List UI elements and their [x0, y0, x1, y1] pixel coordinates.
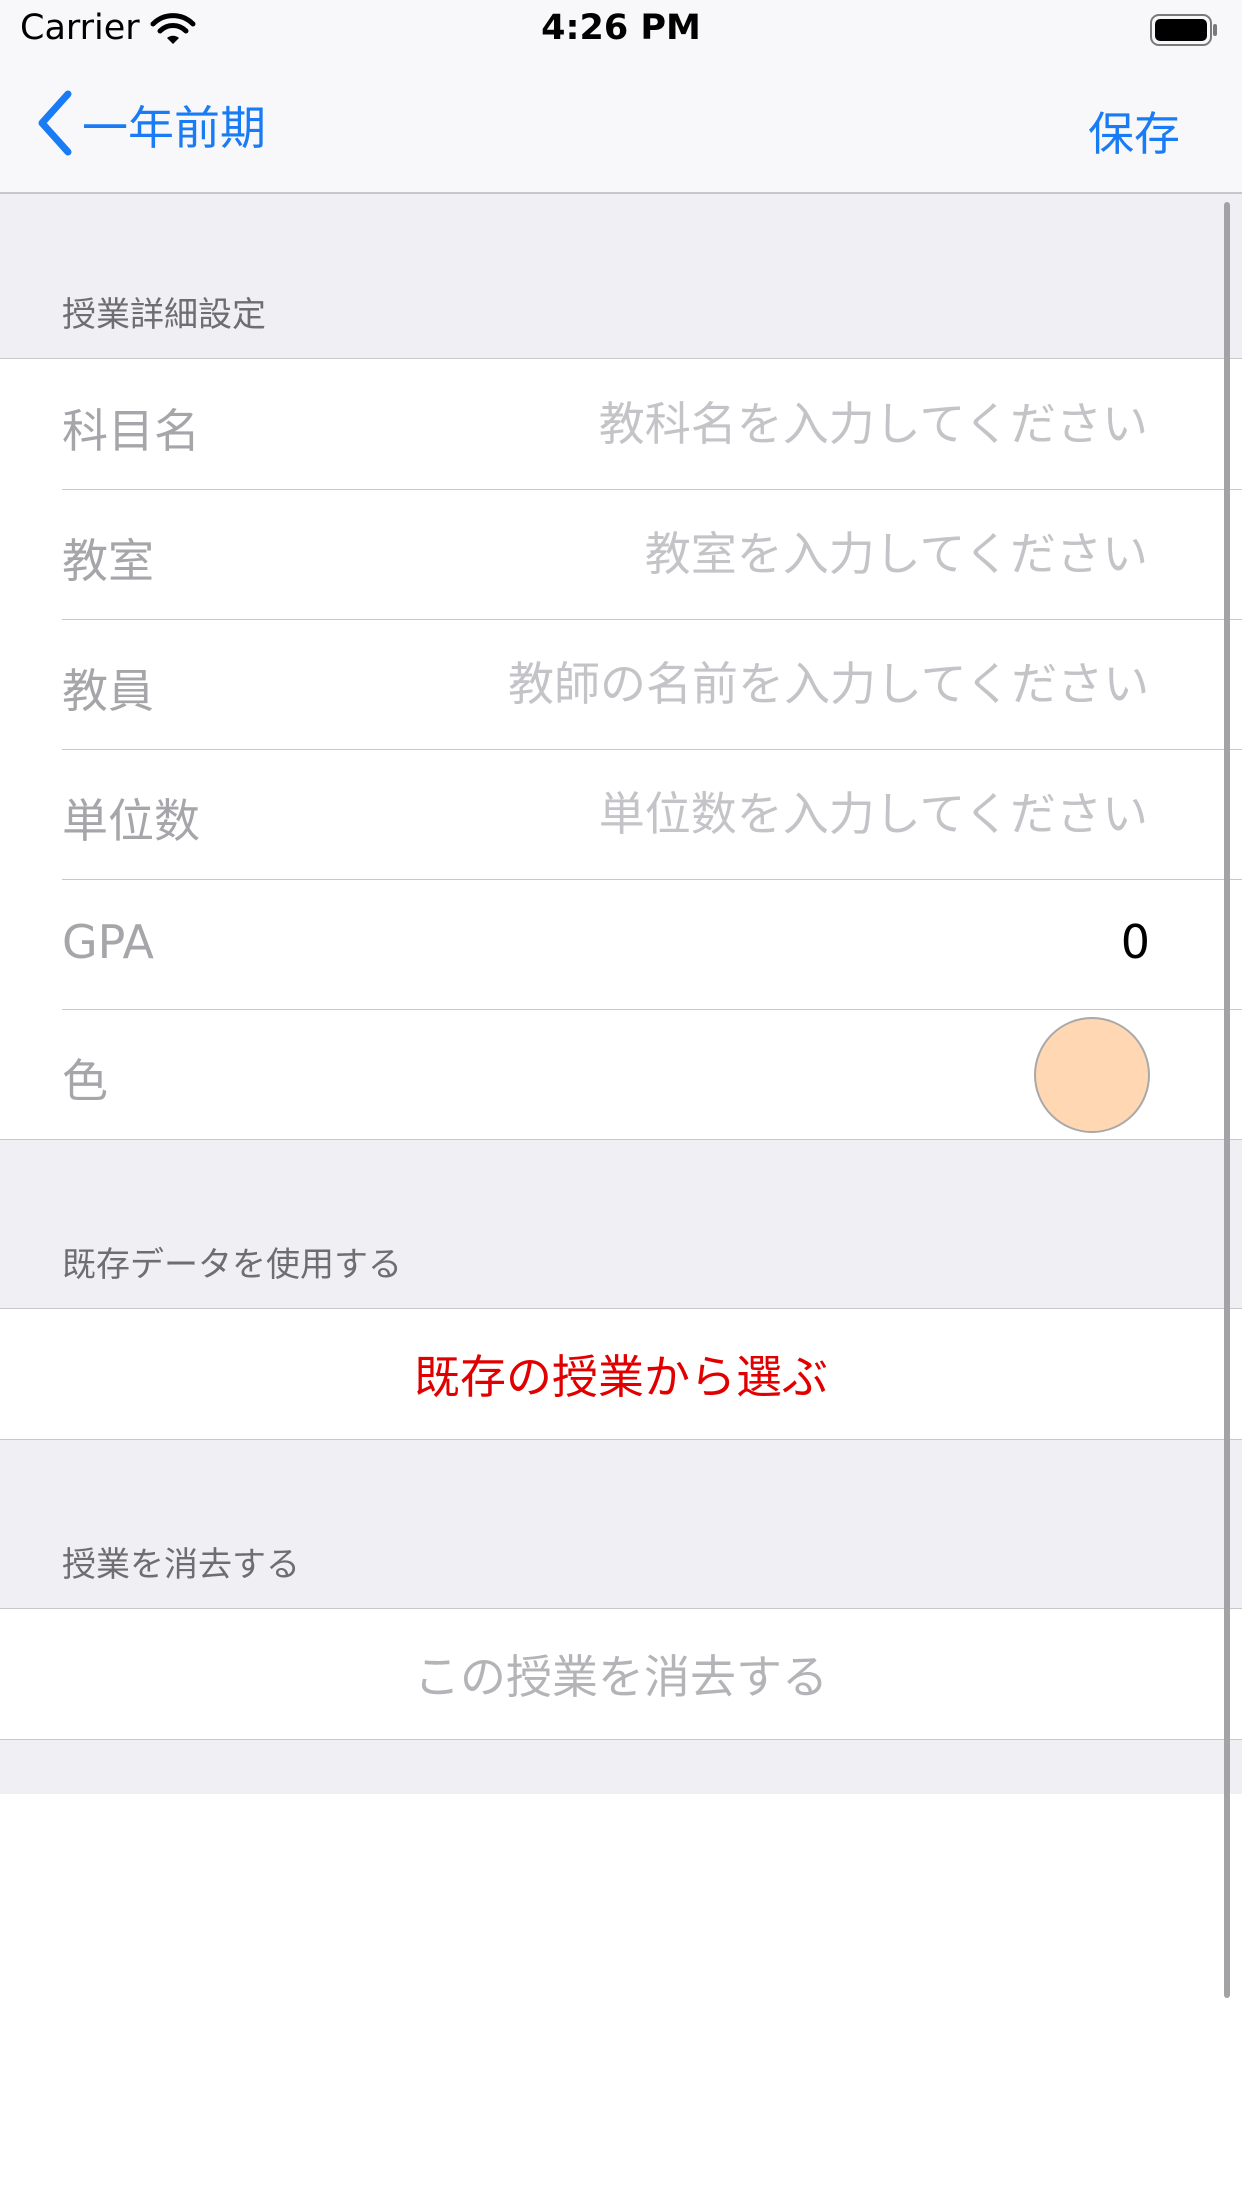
credits-input[interactable]: [506, 775, 1150, 853]
delete-group: この授業を消去する: [0, 1608, 1242, 1740]
back-label: 一年前期: [82, 101, 266, 155]
battery-icon: [1150, 14, 1218, 46]
subject-name-label: 科目名: [62, 404, 200, 458]
color-swatch-button[interactable]: [1034, 1017, 1150, 1133]
table-footer: [0, 1740, 1242, 1794]
color-row: 色: [0, 1009, 1242, 1139]
settings-table: 授業詳細設定 科目名 教室 教員 単位数 GPA 0 色 既存データを使用する: [0, 194, 1242, 1794]
credits-row: 単位数: [0, 749, 1242, 879]
choose-existing-class-button[interactable]: 既存の授業から選ぶ: [0, 1309, 1242, 1439]
section-header-detail-area: 授業詳細設定: [0, 194, 1242, 358]
teacher-label: 教員: [62, 664, 154, 718]
back-button[interactable]: 一年前期: [34, 90, 266, 160]
classroom-label: 教室: [62, 534, 154, 588]
section-header-delete: 授業を消去する: [62, 1545, 300, 1585]
gpa-value[interactable]: 0: [1121, 915, 1150, 969]
navigation-bar: 一年前期 保存: [0, 60, 1242, 194]
subject-name-row: 科目名: [0, 359, 1242, 489]
gpa-label: GPA: [62, 915, 154, 969]
section-header-existing: 既存データを使用する: [62, 1245, 402, 1285]
delete-class-button[interactable]: この授業を消去する: [0, 1609, 1242, 1739]
classroom-row: 教室: [0, 489, 1242, 619]
choose-existing-class-label: 既存の授業から選ぶ: [414, 1350, 828, 1404]
save-button[interactable]: 保存: [1088, 98, 1180, 164]
section-header-existing-area: 既存データを使用する: [0, 1140, 1242, 1308]
status-time: 4:26 PM: [541, 8, 701, 48]
vertical-scrollbar[interactable]: [1224, 202, 1230, 1998]
subject-name-input[interactable]: [506, 385, 1150, 463]
classroom-input[interactable]: [506, 515, 1150, 593]
section-header-detail: 授業詳細設定: [62, 295, 266, 335]
gpa-row[interactable]: GPA 0: [0, 879, 1242, 1009]
chevron-left-icon: [34, 90, 74, 160]
teacher-input[interactable]: [506, 645, 1150, 723]
status-bar: Carrier 4:26 PM: [0, 0, 1242, 60]
delete-class-label: この授業を消去する: [414, 1650, 828, 1704]
section-header-delete-area: 授業を消去する: [0, 1440, 1242, 1608]
detail-group: 科目名 教室 教員 単位数 GPA 0 色: [0, 358, 1242, 1140]
teacher-row: 教員: [0, 619, 1242, 749]
existing-group: 既存の授業から選ぶ: [0, 1308, 1242, 1440]
credits-label: 単位数: [62, 794, 200, 848]
color-label: 色: [62, 1054, 108, 1108]
